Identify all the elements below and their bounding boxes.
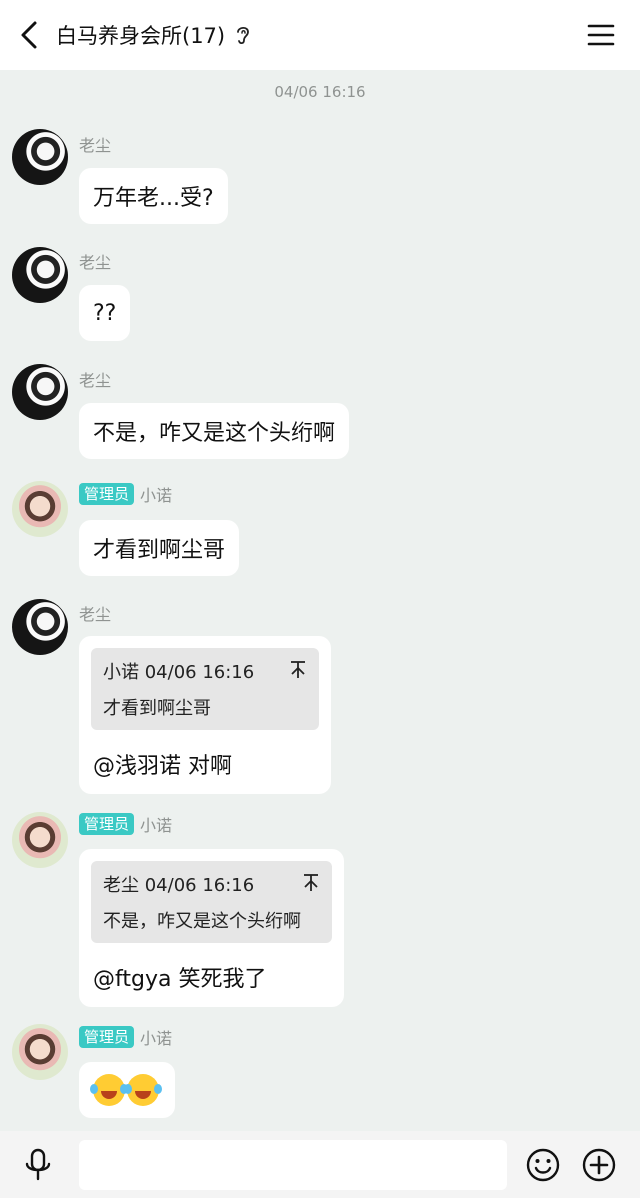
message-timestamp: 04/06 16:16 [274, 83, 366, 101]
message-input[interactable] [79, 1140, 507, 1190]
sender-name: 老尘 [79, 136, 112, 155]
back-button[interactable] [14, 18, 44, 52]
quote-header: 小诺 04/06 16:16 [103, 662, 255, 683]
admin-badge: 管理员 [79, 483, 135, 505]
reply-message-bubble[interactable]: 老尘 04/06 16:16 不是，咋又是这个头绗啊 @ftgya 笑死我了 [79, 849, 344, 1007]
quote-text: 不是，咋又是这个头绗啊 [103, 911, 301, 932]
microphone-icon[interactable] [22, 1148, 54, 1182]
message-text: ?? [93, 300, 117, 326]
laughing-crying-emoji-icon [124, 1074, 159, 1106]
smile-icon[interactable] [525, 1147, 561, 1183]
chat-header: 白马养身会所(17) [0, 0, 640, 70]
sender-name: 老尘 [79, 605, 112, 624]
admin-badge: 管理员 [79, 1026, 135, 1048]
sender-line: 老尘 [79, 132, 111, 156]
reply-message-bubble[interactable]: 小诺 04/06 16:16 才看到啊尘哥 @浅羽诺 对啊 [79, 636, 331, 794]
quote-header: 老尘 04/06 16:16 [103, 875, 255, 896]
avatar[interactable] [12, 481, 68, 537]
chat-title: 白马养身会所(17) [56, 24, 226, 48]
input-bar [0, 1131, 640, 1198]
admin-badge: 管理员 [79, 813, 135, 835]
back-chevron-icon [21, 21, 37, 49]
sender-line: 老尘 [79, 367, 111, 391]
message-text: 不是，咋又是这个头绗啊 [93, 421, 336, 446]
sender-name: 小诺 [140, 486, 173, 505]
sender-line: 老尘 [79, 249, 111, 273]
quoted-message[interactable]: 老尘 04/06 16:16 不是，咋又是这个头绗啊 [91, 861, 332, 943]
sender-name: 小诺 [140, 816, 173, 835]
avatar[interactable] [12, 1024, 68, 1080]
sender-name: 老尘 [79, 371, 112, 390]
message-bubble[interactable]: 万年老...受? [79, 168, 228, 224]
laughing-crying-emoji-icon [90, 1074, 125, 1106]
message-text: 才看到啊尘哥 [93, 538, 226, 563]
jump-to-top-icon[interactable] [302, 873, 320, 893]
menu-button[interactable] [586, 21, 616, 49]
message-text: @浅羽诺 对啊 [93, 754, 232, 779]
sender-line: 管理员 小诺 [79, 1025, 172, 1049]
message-bubble[interactable]: 才看到啊尘哥 [79, 520, 240, 576]
plus-icon[interactable] [581, 1147, 617, 1183]
sender-name: 老尘 [79, 253, 112, 272]
message-bubble[interactable]: ?? [79, 285, 131, 341]
ear-icon [237, 26, 249, 45]
avatar[interactable] [12, 364, 68, 420]
avatar[interactable] [12, 599, 68, 655]
message-bubble[interactable] [79, 1062, 175, 1118]
jump-to-top-icon[interactable] [289, 660, 307, 680]
message-text: @ftgya 笑死我了 [93, 967, 267, 992]
message-text: 万年老...受? [93, 186, 214, 211]
avatar[interactable] [12, 812, 68, 868]
sender-name: 小诺 [140, 1029, 173, 1048]
sender-line: 老尘 [79, 601, 111, 625]
quoted-message[interactable]: 小诺 04/06 16:16 才看到啊尘哥 [91, 648, 319, 730]
sender-line: 管理员 小诺 [79, 482, 172, 506]
avatar[interactable] [12, 129, 68, 185]
quote-text: 才看到啊尘哥 [103, 698, 211, 719]
avatar[interactable] [12, 247, 68, 303]
message-bubble[interactable]: 不是，咋又是这个头绗啊 [79, 403, 350, 459]
sender-line: 管理员 小诺 [79, 812, 172, 836]
